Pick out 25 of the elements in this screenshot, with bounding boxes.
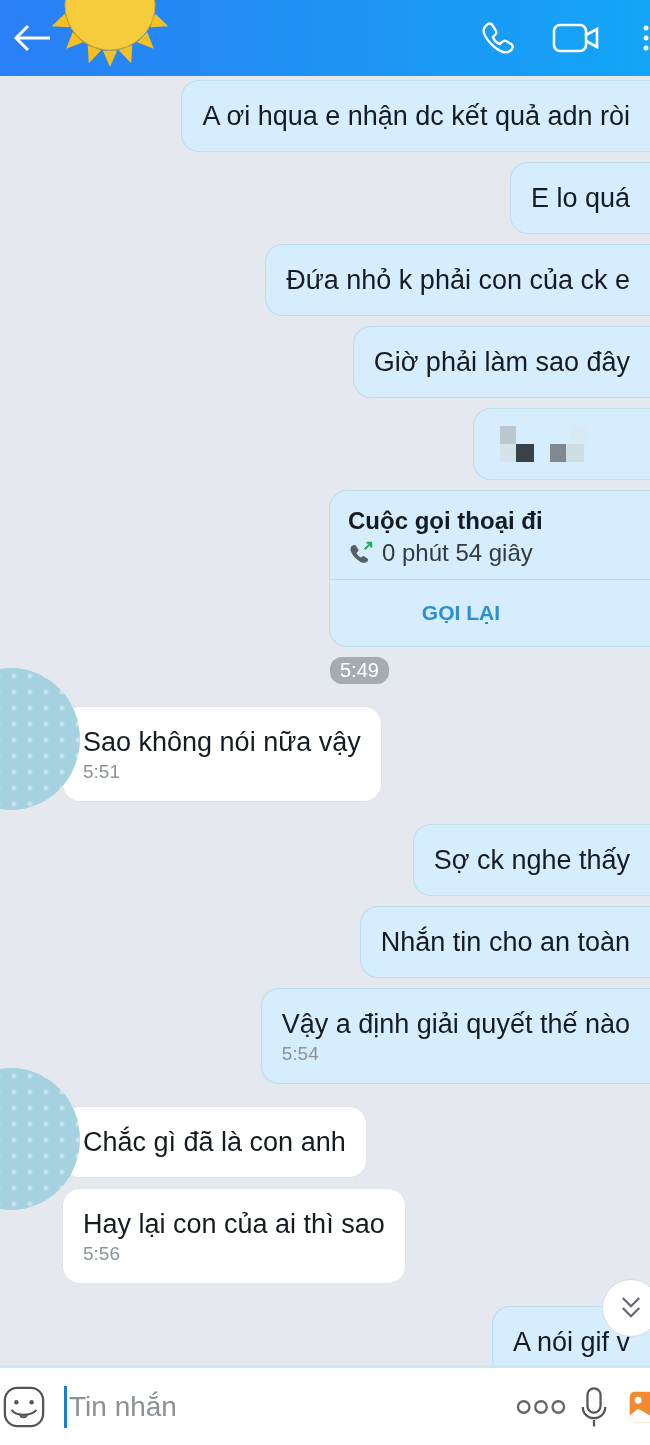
call-back-button[interactable]: GỌI LẠI	[330, 580, 650, 646]
time-stamp: 5:49	[330, 657, 389, 684]
message-text: Sao không nói nữa vậy	[83, 726, 361, 759]
message-time: 5:54	[281, 1043, 320, 1065]
message-text: Sợ ck nghe thấy	[433, 844, 630, 877]
emoji-face-icon[interactable]	[2, 1384, 46, 1429]
call-duration: 0 phút 54 giây	[382, 539, 533, 567]
message-text: Giờ phải làm sao đây	[373, 346, 630, 379]
phone-icon[interactable]	[480, 20, 516, 56]
video-camera-icon[interactable]	[552, 22, 600, 54]
message-text: A ơi hqua e nhận dc kết quả adn ròi	[202, 100, 630, 133]
microphone-icon[interactable]	[580, 1384, 608, 1429]
call-title: Cuộc gọi thoại đi	[348, 507, 544, 535]
message-text: Vậy a định giải quyết thế nào	[281, 1008, 630, 1041]
message-text: Hay lại con của ai thì sao	[83, 1208, 385, 1241]
message-time: 5:56	[83, 1243, 121, 1265]
more-options-icon[interactable]	[516, 1398, 566, 1415]
outgoing-call-icon	[348, 541, 374, 565]
back-arrow-icon[interactable]	[12, 23, 52, 53]
message-text: A nói gif v	[512, 1326, 630, 1359]
message-text: E lo quá	[530, 182, 630, 215]
message-text: Đứa nhỏ k phải con của ck e	[286, 264, 630, 297]
message-text: Chắc gì đã là con anh	[83, 1125, 346, 1159]
message-text: Nhắn tin cho an toàn	[380, 925, 630, 959]
message-time: 5:51	[83, 761, 121, 783]
